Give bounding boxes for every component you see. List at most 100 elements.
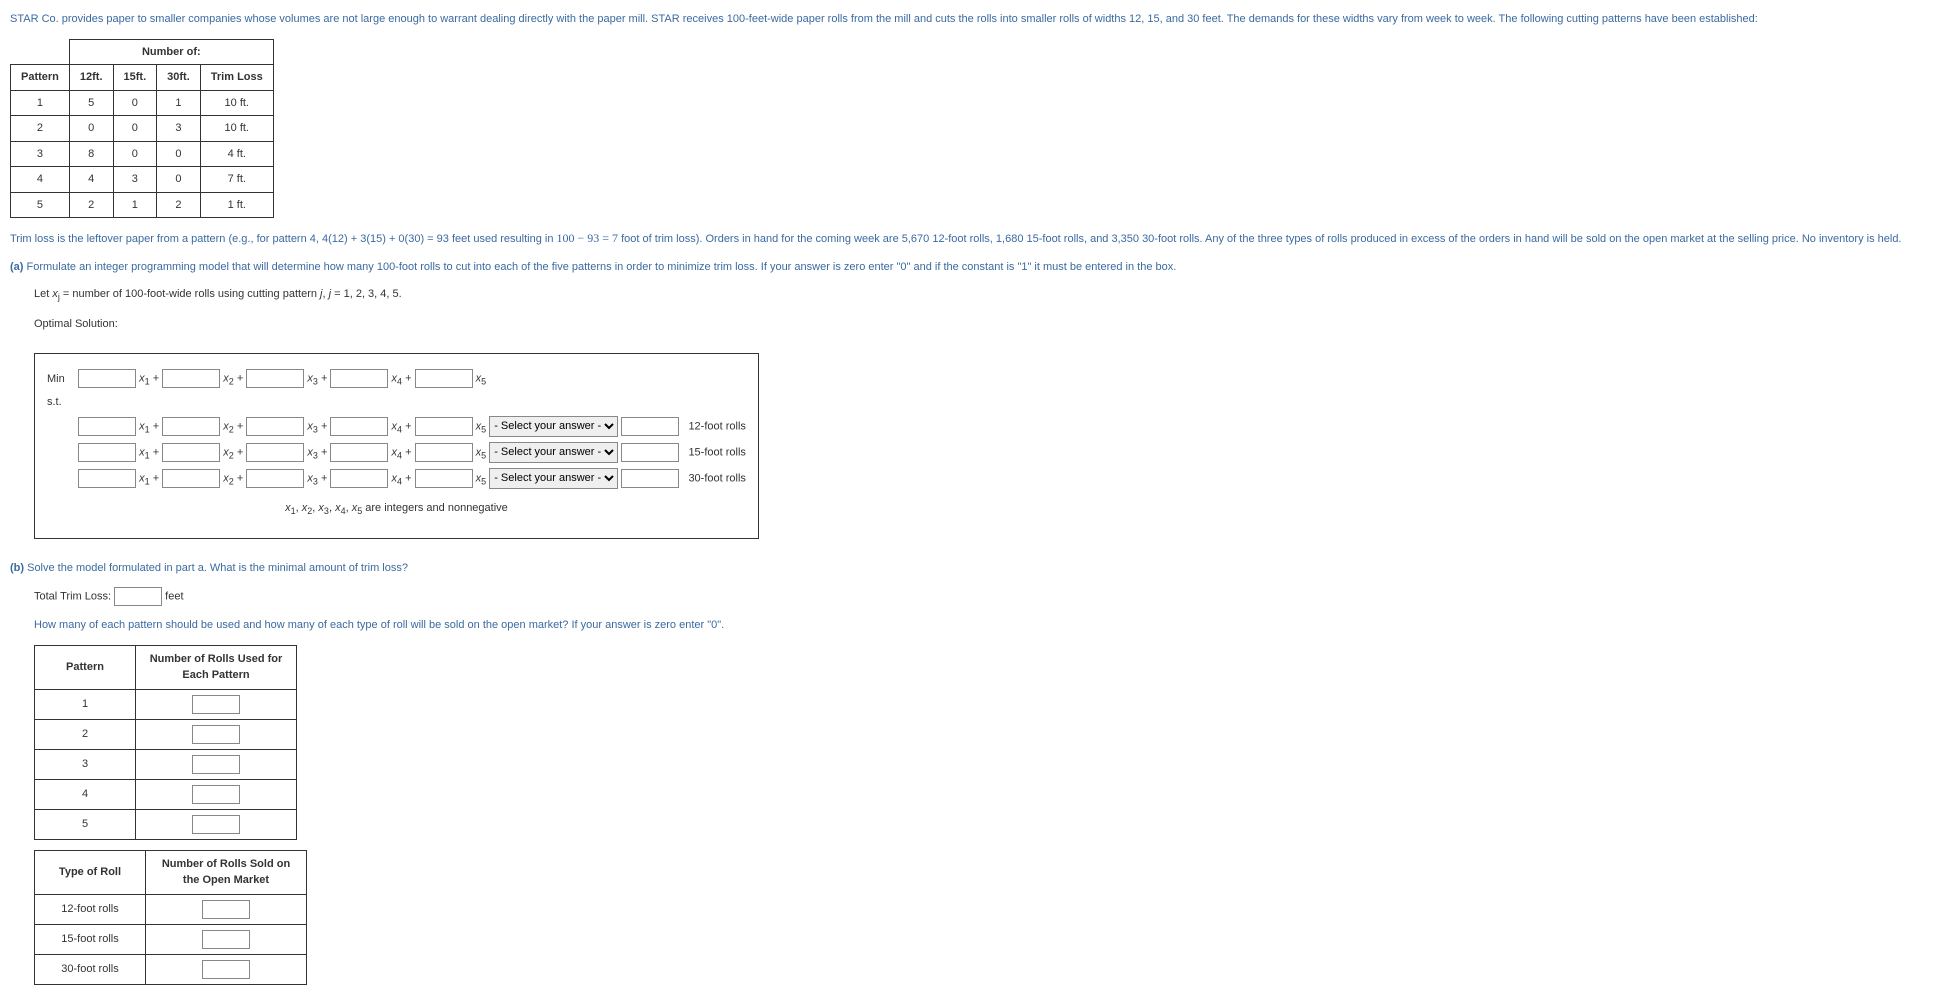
used-input-5[interactable] [192, 815, 240, 834]
c1-coef-x1[interactable] [78, 417, 136, 436]
c2-coef-x3[interactable] [246, 443, 304, 462]
obj-coef-x4[interactable] [330, 369, 388, 388]
cell: 0 [157, 167, 201, 193]
rolls-used-table: Pattern Number of Rolls Used for Each Pa… [34, 645, 297, 840]
table-row: 3 [35, 749, 297, 779]
total-trim-label: Total Trim Loss: [34, 591, 111, 603]
used-input-3[interactable] [192, 755, 240, 774]
c2-coef-x2[interactable] [162, 443, 220, 462]
st-label-row: s.t. [47, 394, 746, 411]
cell: 0 [69, 116, 113, 142]
c3-coef-x1[interactable] [78, 469, 136, 488]
table-row: 44307 ft. [11, 167, 274, 193]
c2-label: 15-foot rolls [688, 446, 745, 458]
c3-coef-x2[interactable] [162, 469, 220, 488]
c1-coef-x2[interactable] [162, 417, 220, 436]
c3-coef-x3[interactable] [246, 469, 304, 488]
cell: 4 [35, 779, 136, 809]
c1-coef-x3[interactable] [246, 417, 304, 436]
c1-coef-x5[interactable] [415, 417, 473, 436]
c1-rhs[interactable] [621, 417, 679, 436]
cell: 4 [11, 167, 70, 193]
c3-relation-select[interactable]: - Select your answer - [489, 468, 618, 489]
sold-input-12[interactable] [202, 900, 250, 919]
formulation-box: Min x1 + x2 + x3 + x4 + x5 s.t. x1 + x2 … [34, 353, 759, 539]
total-trim-row: Total Trim Loss: feet [34, 587, 1939, 606]
text: = 1, 2, 3, 4, 5. [331, 288, 402, 300]
plus: + [402, 373, 415, 385]
used-h2: Number of Rolls Used for Each Pattern [136, 645, 297, 689]
c2-coef-x1[interactable] [78, 443, 136, 462]
cell: 3 [35, 749, 136, 779]
cell: 1 [35, 689, 136, 719]
sub: 5 [481, 477, 486, 487]
c3-rhs[interactable] [621, 469, 679, 488]
constraint-row-2: x1 + x2 + x3 + x4 + x5 - Select your ans… [47, 442, 746, 463]
obj-coef-x3[interactable] [246, 369, 304, 388]
trim-loss-explain: Trim loss is the leftover paper from a p… [10, 229, 1939, 248]
used-input-4[interactable] [192, 785, 240, 804]
c3-coef-x4[interactable] [330, 469, 388, 488]
c2-rhs[interactable] [621, 443, 679, 462]
cell: 0 [113, 90, 157, 116]
cell: 0 [157, 141, 201, 167]
plus: + [150, 420, 163, 432]
cell: 2 [11, 116, 70, 142]
table-row: 12-foot rolls [35, 894, 307, 924]
table-row: 52121 ft. [11, 192, 274, 218]
table-row: 30-foot rolls [35, 954, 307, 984]
plus: + [318, 373, 331, 385]
obj-coef-x5[interactable] [415, 369, 473, 388]
cell: 4 ft. [200, 141, 273, 167]
sold-h1: Type of Roll [35, 850, 146, 894]
plus: + [234, 420, 247, 432]
obj-coef-x2[interactable] [162, 369, 220, 388]
pattern-table: Number of: Pattern 12ft. 15ft. 30ft. Tri… [10, 39, 274, 219]
part-a-label: (a) [10, 261, 23, 273]
part-b-q2: How many of each pattern should be used … [34, 617, 1939, 634]
th-12ft: 12ft. [69, 65, 113, 91]
used-h1: Pattern [35, 645, 136, 689]
cell: 1 ft. [200, 192, 273, 218]
cell: 1 [11, 90, 70, 116]
cell: 0 [113, 116, 157, 142]
c1-coef-x4[interactable] [330, 417, 388, 436]
table-row: 15-foot rolls [35, 924, 307, 954]
cell: 30-foot rolls [35, 954, 146, 984]
min-label: Min [47, 371, 75, 388]
text: = number of 100-foot-wide rolls using cu… [60, 288, 320, 300]
c2-relation-select[interactable]: - Select your answer - [489, 442, 618, 463]
cell: 4 [69, 167, 113, 193]
math-expression: 100 − 93 = 7 [557, 231, 619, 245]
c1-relation-select[interactable]: - Select your answer - [489, 416, 618, 437]
let-definition: Let xj = number of 100-foot-wide rolls u… [34, 286, 1939, 305]
total-trim-input[interactable] [114, 587, 162, 606]
table-row: 38004 ft. [11, 141, 274, 167]
used-input-1[interactable] [192, 695, 240, 714]
table-row: 150110 ft. [11, 90, 274, 116]
int-nonneg-text: are integers and nonnegative [365, 502, 508, 514]
sold-input-15[interactable] [202, 930, 250, 949]
c1-label: 12-foot rolls [688, 420, 745, 432]
pattern-table-top-header: Number of: [69, 39, 273, 65]
cell: 8 [69, 141, 113, 167]
cell: 1 [157, 90, 201, 116]
cell: 5 [35, 809, 136, 839]
c2-coef-x4[interactable] [330, 443, 388, 462]
cell: 1 [113, 192, 157, 218]
cell: 10 ft. [200, 90, 273, 116]
sold-input-30[interactable] [202, 960, 250, 979]
th-pattern: Pattern [11, 65, 70, 91]
rolls-sold-table: Type of Roll Number of Rolls Sold on the… [34, 850, 307, 985]
used-input-2[interactable] [192, 725, 240, 744]
obj-coef-x1[interactable] [78, 369, 136, 388]
c3-coef-x5[interactable] [415, 469, 473, 488]
c2-coef-x5[interactable] [415, 443, 473, 462]
plus: + [234, 373, 247, 385]
table-row: 5 [35, 809, 297, 839]
st-label: s.t. [47, 396, 62, 408]
part-a-prompt: (a) Formulate an integer programming mod… [10, 259, 1939, 276]
c3-label: 30-foot rolls [688, 472, 745, 484]
table-row: 2 [35, 719, 297, 749]
cell: 5 [69, 90, 113, 116]
